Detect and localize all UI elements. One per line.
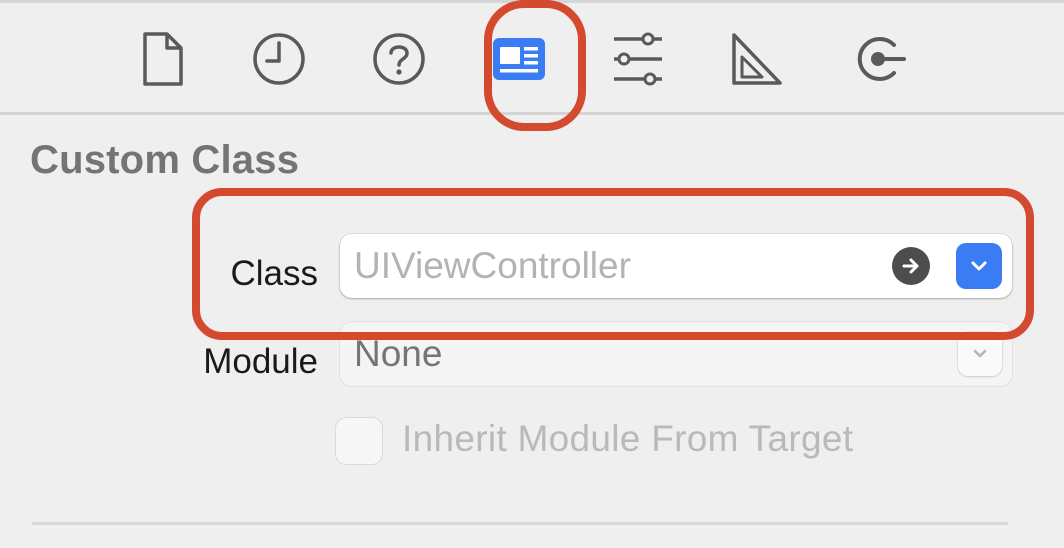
section-title: Custom Class [30, 138, 300, 182]
class-input[interactable] [354, 244, 874, 288]
arrow-right-icon [902, 258, 919, 274]
document-icon [143, 32, 183, 86]
tab-file-inspector[interactable] [130, 27, 194, 91]
identity-card-icon [493, 38, 545, 80]
question-icon [373, 33, 425, 85]
toolbar-divider [0, 112, 1064, 115]
sliders-icon [614, 32, 662, 86]
class-combo-box [340, 234, 1012, 298]
inherit-module-checkbox[interactable] [336, 418, 382, 464]
module-combo-box [340, 322, 1012, 386]
module-input[interactable] [354, 332, 914, 376]
chevron-down-icon [971, 261, 987, 271]
clock-icon [253, 33, 305, 85]
tab-history-inspector[interactable] [247, 27, 311, 91]
class-label: Class [230, 254, 318, 293]
connections-icon [857, 37, 906, 81]
module-label: Module [203, 342, 318, 381]
module-dropdown-button[interactable] [958, 332, 1002, 376]
tab-quick-help-inspector[interactable] [367, 27, 431, 91]
ruler-icon [732, 33, 782, 85]
class-dropdown-button[interactable] [956, 243, 1002, 289]
tab-connections-inspector[interactable] [846, 27, 910, 91]
tab-size-inspector[interactable] [724, 27, 788, 91]
section-divider [32, 522, 1008, 525]
inherit-module-label: Inherit Module From Target [402, 418, 854, 459]
inspector-tab-bar [0, 3, 1064, 113]
tab-attributes-inspector[interactable] [606, 27, 670, 91]
chevron-down-icon [973, 349, 987, 358]
tab-identity-inspector[interactable] [487, 27, 551, 91]
go-to-class-button[interactable] [892, 247, 930, 285]
